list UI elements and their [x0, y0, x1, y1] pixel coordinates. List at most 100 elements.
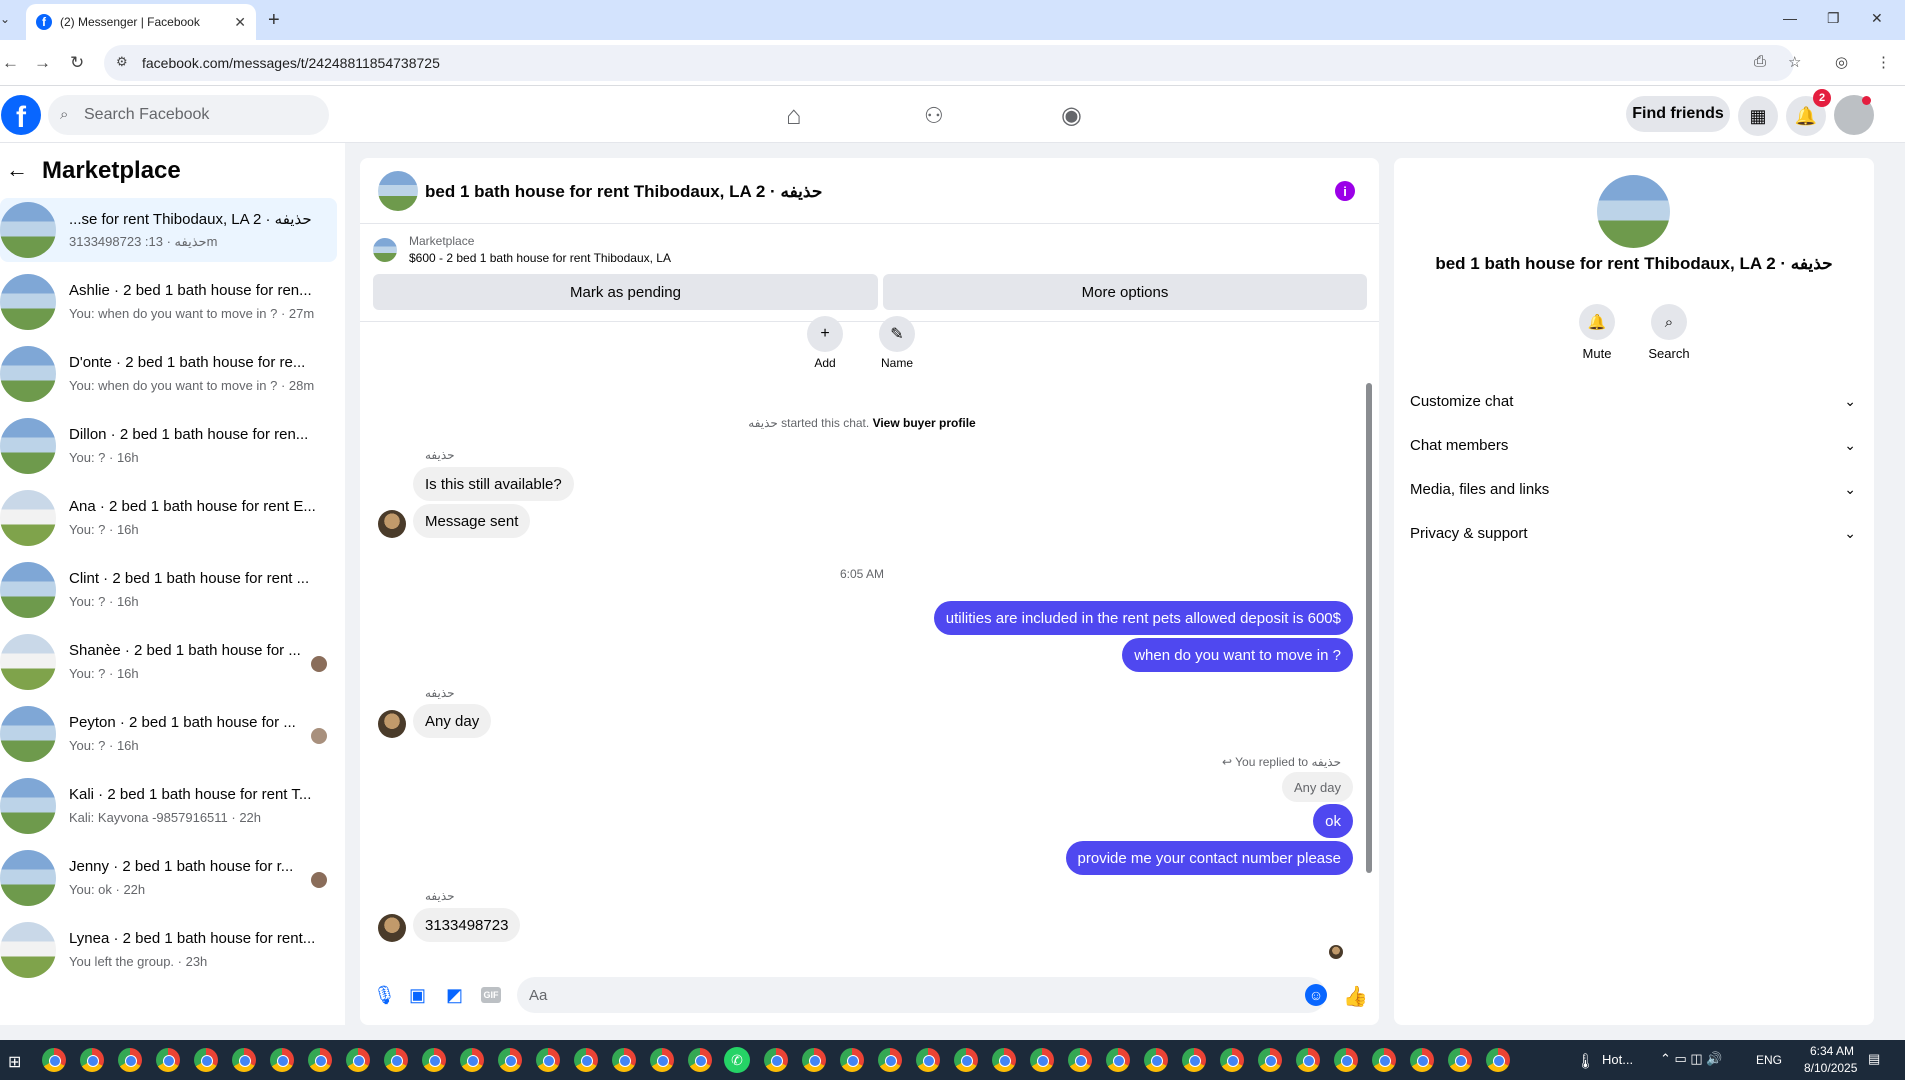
conversation-item[interactable]: Shanèe · 2 bed 1 bath house for ... You:…	[0, 630, 337, 694]
forward-icon[interactable]: →	[34, 53, 51, 73]
chrome-taskbar-icon[interactable]	[1486, 1048, 1510, 1072]
conversation-item[interactable]: Peyton · 2 bed 1 bath house for ... You:…	[0, 702, 337, 766]
conversation-item[interactable]: Ana · 2 bed 1 bath house for rent E... Y…	[0, 486, 337, 550]
new-tab-icon[interactable]: +	[268, 9, 280, 32]
listing-photo[interactable]	[1597, 175, 1670, 248]
chrome-taskbar-icon[interactable]	[1334, 1048, 1358, 1072]
conversation-item[interactable]: Kali · 2 bed 1 bath house for rent T... …	[0, 774, 337, 838]
mark-as-pending-button[interactable]: Mark as pending	[373, 274, 878, 310]
chrome-taskbar-icon[interactable]	[346, 1048, 370, 1072]
conversation-item[interactable]: Lynea · 2 bed 1 bath house for rent... Y…	[0, 918, 337, 982]
incoming-message[interactable]: Is this still available?	[413, 467, 574, 501]
conversation-item[interactable]: Ashlie · 2 bed 1 bath house for ren... Y…	[0, 270, 337, 334]
chrome-taskbar-icon[interactable]	[308, 1048, 332, 1072]
chrome-taskbar-icon[interactable]	[1030, 1048, 1054, 1072]
chat-scrollbar[interactable]	[1364, 328, 1374, 958]
friends-icon[interactable]: ⚇	[924, 103, 944, 129]
chrome-taskbar-icon[interactable]	[992, 1048, 1016, 1072]
chrome-taskbar-icon[interactable]	[1068, 1048, 1092, 1072]
more-options-button[interactable]: More options	[883, 274, 1367, 310]
message-input[interactable]: Aa	[517, 977, 1326, 1013]
chat-thumbnail[interactable]	[378, 171, 418, 211]
quoted-message[interactable]: Any day	[1282, 772, 1353, 802]
search-action[interactable]: ⌕ Search	[1639, 304, 1699, 361]
incoming-message[interactable]: 3133498723	[413, 908, 521, 942]
address-bar[interactable]: ⚙ facebook.com/messages/t/24248811854738…	[104, 45, 1794, 81]
chat-members-row[interactable]: Chat members ⌄	[1410, 423, 1858, 467]
browser-menu-icon[interactable]: ⋮	[1876, 53, 1891, 71]
reload-icon[interactable]: ↻	[70, 53, 84, 73]
sender-avatar[interactable]	[378, 510, 406, 538]
chrome-taskbar-icon[interactable]	[270, 1048, 294, 1072]
mute-action[interactable]: 🔔 Mute	[1567, 304, 1627, 361]
tab-close-icon[interactable]: ✕	[234, 14, 246, 31]
chrome-taskbar-icon[interactable]	[1106, 1048, 1130, 1072]
name-action[interactable]: ✎ Name	[867, 316, 927, 370]
find-friends-button[interactable]: Find friends	[1626, 96, 1730, 132]
facebook-logo-icon[interactable]: f	[1, 95, 41, 135]
chrome-taskbar-icon[interactable]	[232, 1048, 256, 1072]
privacy-support-row[interactable]: Privacy & support ⌄	[1410, 511, 1858, 555]
chrome-taskbar-icon[interactable]	[574, 1048, 598, 1072]
scrollbar-thumb[interactable]	[1366, 383, 1372, 873]
chrome-taskbar-icon[interactable]	[118, 1048, 142, 1072]
chrome-taskbar-icon[interactable]	[764, 1048, 788, 1072]
chrome-taskbar-icon[interactable]	[802, 1048, 826, 1072]
chrome-taskbar-icon[interactable]	[1182, 1048, 1206, 1072]
back-arrow-icon[interactable]: ←	[6, 157, 28, 183]
chrome-taskbar-icon[interactable]	[80, 1048, 104, 1072]
chrome-taskbar-icon[interactable]	[498, 1048, 522, 1072]
back-icon[interactable]: ←	[2, 53, 19, 73]
listing-title[interactable]: $600 - 2 bed 1 bath house for rent Thibo…	[409, 251, 671, 265]
gif-icon[interactable]: GIF	[481, 987, 501, 1003]
chrome-taskbar-icon[interactable]	[1372, 1048, 1396, 1072]
chrome-taskbar-icon[interactable]	[1144, 1048, 1168, 1072]
close-window-icon[interactable]: ✕	[1871, 10, 1883, 27]
tab-search-icon[interactable]: ⌄	[0, 12, 10, 26]
bookmark-star-icon[interactable]: ☆	[1788, 53, 1801, 71]
home-icon[interactable]: ⌂	[786, 100, 802, 131]
groups-icon[interactable]: ◉	[1061, 101, 1082, 130]
browser-tab-messenger[interactable]: f (2) Messenger | Facebook ✕	[26, 4, 256, 40]
weather-icon[interactable]: 🌡	[1576, 1052, 1595, 1070]
info-icon[interactable]: i	[1335, 181, 1355, 201]
chrome-taskbar-icon[interactable]	[384, 1048, 408, 1072]
chrome-taskbar-icon[interactable]	[194, 1048, 218, 1072]
site-info-icon[interactable]: ⚙	[116, 54, 128, 70]
language-indicator[interactable]: ENG	[1756, 1053, 1782, 1067]
clock-date[interactable]: 8/10/2025	[1804, 1061, 1857, 1075]
conversation-item[interactable]: Clint · 2 bed 1 bath house for rent ... …	[0, 558, 337, 622]
outgoing-message[interactable]: ok	[1313, 804, 1353, 838]
chrome-taskbar-icon[interactable]	[840, 1048, 864, 1072]
chrome-taskbar-icon[interactable]	[878, 1048, 902, 1072]
microphone-icon[interactable]: 🎙	[373, 985, 396, 1006]
chrome-taskbar-icon[interactable]	[916, 1048, 940, 1072]
profile-icon[interactable]: ◎	[1835, 53, 1848, 71]
notifications-icon[interactable]: ▤	[1868, 1051, 1880, 1067]
chrome-taskbar-icon[interactable]	[1448, 1048, 1472, 1072]
emoji-icon[interactable]: ☺	[1305, 984, 1327, 1006]
thumbs-up-icon[interactable]: 👍	[1343, 984, 1368, 1009]
whatsapp-icon[interactable]: ✆	[724, 1047, 750, 1073]
chat-title[interactable]: bed 1 bath house for rent Thibodaux, LA …	[425, 182, 822, 202]
incoming-message[interactable]: Message sent	[413, 504, 531, 538]
chrome-taskbar-icon[interactable]	[1220, 1048, 1244, 1072]
system-tray-icons[interactable]: ⌃ ▭ ◫ 🔊	[1660, 1051, 1722, 1067]
sticker-icon[interactable]: ◩	[446, 985, 463, 1006]
outgoing-message[interactable]: when do you want to move in ?	[1122, 638, 1353, 672]
install-app-icon[interactable]: ⎙	[1754, 53, 1766, 70]
facebook-search-input[interactable]: ⌕ Search Facebook	[48, 95, 329, 135]
weather-text[interactable]: Hot...	[1602, 1052, 1633, 1067]
chrome-taskbar-icon[interactable]	[536, 1048, 560, 1072]
minimize-icon[interactable]: —	[1783, 10, 1797, 26]
chrome-taskbar-icon[interactable]	[688, 1048, 712, 1072]
incoming-message[interactable]: Any day	[413, 704, 492, 738]
chrome-taskbar-icon[interactable]	[460, 1048, 484, 1072]
photo-icon[interactable]: ▣	[409, 985, 426, 1006]
conversation-item[interactable]: D'onte · 2 bed 1 bath house for re... Yo…	[0, 342, 337, 406]
windows-start-icon[interactable]: ⊞	[8, 1052, 21, 1072]
customize-chat-row[interactable]: Customize chat ⌄	[1410, 379, 1858, 423]
chrome-taskbar-icon[interactable]	[1296, 1048, 1320, 1072]
conversation-item[interactable]: Dillon · 2 bed 1 bath house for ren... Y…	[0, 414, 337, 478]
chrome-taskbar-icon[interactable]	[1410, 1048, 1434, 1072]
